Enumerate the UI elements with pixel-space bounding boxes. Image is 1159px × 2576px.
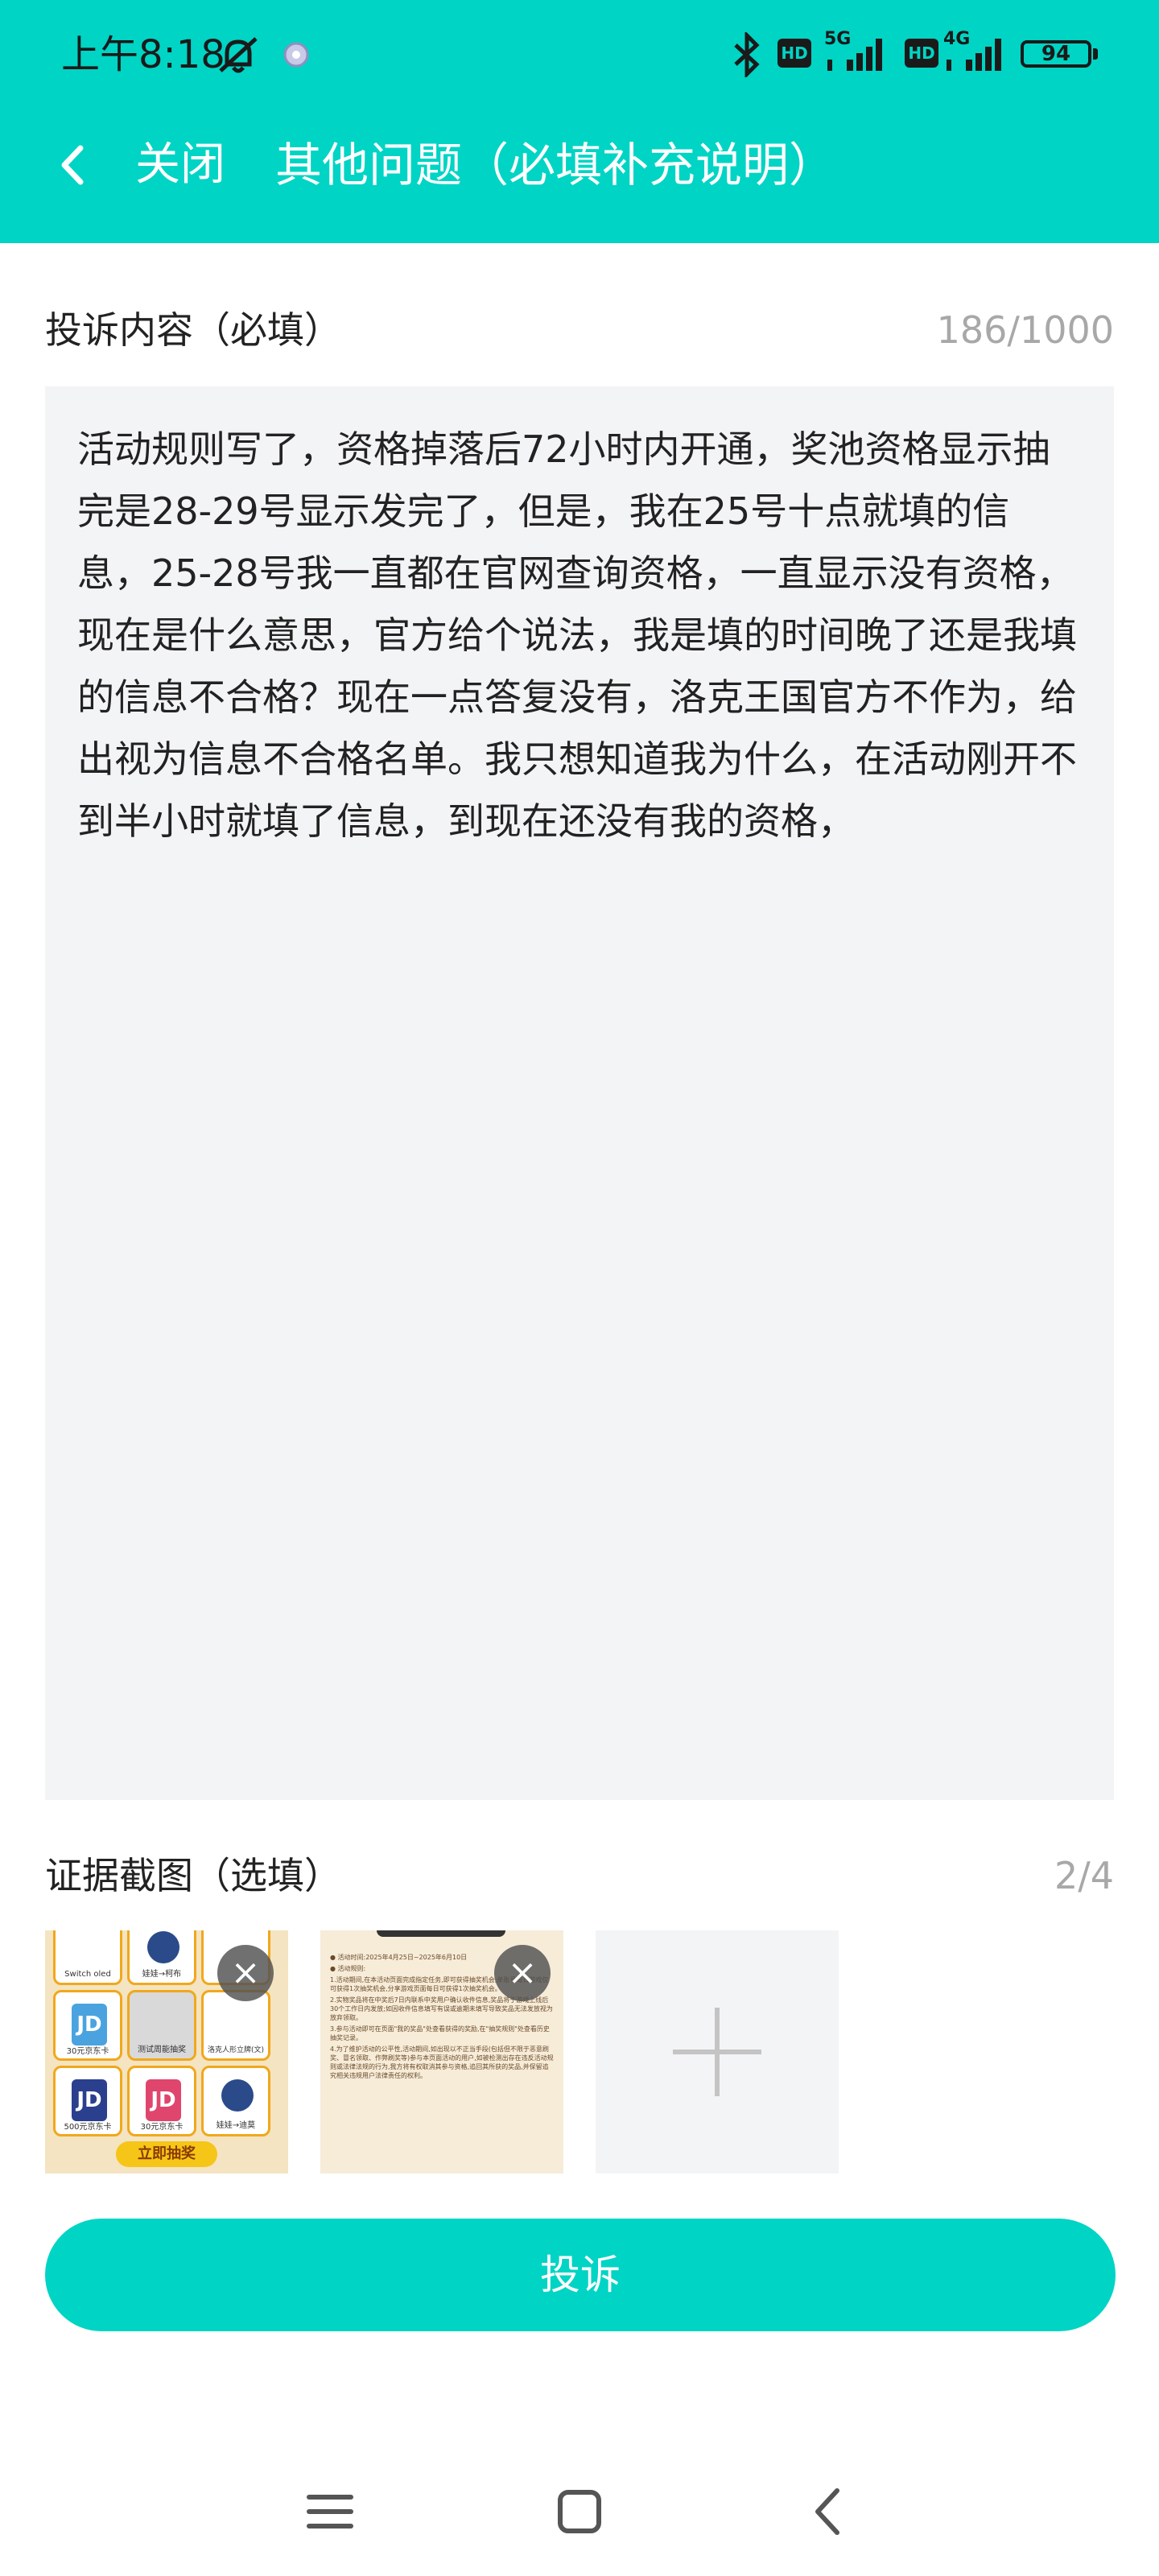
submit-complaint-button[interactable]: 投诉 xyxy=(45,2219,1116,2331)
app-notification-icon xyxy=(283,42,309,68)
prize-tile-label: Switch oled xyxy=(64,1970,111,1979)
prize-tile: JD 30元京东卡 xyxy=(53,1990,122,2061)
prize-tile: Switch oled xyxy=(53,1930,122,1985)
status-bar: 上午8:18 HD 5G HD 4G 94 xyxy=(0,0,1159,113)
home-icon xyxy=(558,2490,601,2533)
prize-tile: JD 500元京东卡 xyxy=(53,2066,122,2136)
chevron-left-icon xyxy=(61,145,84,185)
menu-icon xyxy=(307,2495,353,2529)
nav-bar: 关闭 其他问题（必填补充说明） xyxy=(0,121,1159,209)
system-nav-bar xyxy=(0,2447,1159,2576)
rules-line: 3.参与活动即可在页面"我的奖品"处查看获得的奖励,在"抽奖规则"处查看历史抽奖… xyxy=(330,2025,550,2041)
prize-tile: JD 30元京东卡 xyxy=(127,2066,196,2136)
recent-apps-button[interactable] xyxy=(298,2479,362,2544)
signal-4g-icon: 4G xyxy=(943,31,1011,76)
home-button[interactable] xyxy=(547,2479,612,2544)
prize-tile-label: 测试周能抽奖 xyxy=(138,2046,186,2054)
prize-tile-label: 500元京东卡 xyxy=(64,2123,112,2132)
rules-header-bar xyxy=(377,1930,505,1937)
back-button[interactable] xyxy=(45,137,101,193)
battery-level: 94 xyxy=(1041,42,1071,66)
system-back-button[interactable] xyxy=(797,2479,861,2544)
rules-line: 4.为了维护活动的公平性,活动期间,如出现以不正当手段(包括但不限于恶意刷奖、冒… xyxy=(330,2046,554,2079)
header: 上午8:18 HD 5G HD 4G 94 关闭 其他问题（必填补充说明） xyxy=(0,0,1159,243)
add-screenshot-button[interactable] xyxy=(596,1930,839,2174)
status-time: 上午8:18 xyxy=(61,32,225,77)
complaint-char-counter: 186/1000 xyxy=(936,308,1114,352)
hd-icon: HD xyxy=(905,39,938,68)
mute-bell-icon xyxy=(219,37,258,73)
prize-tile-label: 娃娃→柯布 xyxy=(142,1970,182,1979)
prize-tile-label: 30元京东卡 xyxy=(66,2047,109,2056)
prize-tile: 娃娃→柯布 xyxy=(127,1930,196,1985)
prize-tile-label: 洛克人形立牌(文) xyxy=(207,2046,265,2054)
close-button[interactable]: 关闭 xyxy=(135,135,225,195)
remove-thumbnail-1-button[interactable]: × xyxy=(217,1945,274,2001)
bluetooth-icon xyxy=(734,32,760,77)
battery-icon: 94 xyxy=(1021,40,1091,68)
close-icon: × xyxy=(230,1952,261,1993)
prize-tile-label: 30元京东卡 xyxy=(140,2123,184,2132)
plus-icon xyxy=(673,2008,761,2096)
battery-tip xyxy=(1093,48,1098,60)
prize-tile-label: 娃娃→迪莫 xyxy=(216,2121,256,2130)
evidence-label: 证据截图（选填） xyxy=(45,1854,341,1897)
complaint-label: 投诉内容（必填） xyxy=(45,308,341,352)
evidence-counter: 2/4 xyxy=(1054,1854,1114,1897)
close-icon: × xyxy=(507,1952,538,1993)
back-icon xyxy=(815,2488,839,2535)
prize-tile: 娃娃→迪莫 xyxy=(201,2066,270,2136)
signal-5g-icon: 5G xyxy=(824,31,892,76)
remove-thumbnail-2-button[interactable]: × xyxy=(494,1945,551,2001)
prize-tile: 测试周能抽奖 xyxy=(127,1990,196,2061)
page-title: 其他问题（必填补充说明） xyxy=(275,138,836,192)
hd-icon: HD xyxy=(777,39,811,68)
draw-now-banner: 立即抽奖 xyxy=(116,2141,217,2167)
prize-tile: 洛克人形立牌(文) xyxy=(201,1990,270,2061)
complaint-textarea[interactable]: 活动规则写了，资格掉落后72小时内开通，奖池资格显示抽完是28-29号显示发完了… xyxy=(45,386,1114,1800)
